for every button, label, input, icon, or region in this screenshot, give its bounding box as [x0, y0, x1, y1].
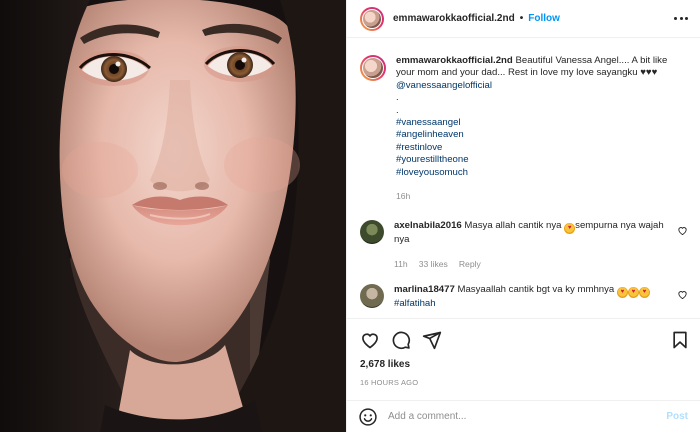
comment-meta: 11h 33 likes Reply	[394, 258, 676, 270]
instagram-post: emmawarokkaofficial.2nd • Follow emmawar…	[0, 0, 700, 432]
heart-eyes-emoji-icon: ♥	[627, 287, 639, 299]
commenter-avatar[interactable]	[360, 220, 384, 245]
comment-username[interactable]: axelnabila2016	[394, 220, 462, 231]
likes-count[interactable]: 2,678 likes	[360, 359, 410, 370]
save-icon[interactable]	[670, 330, 690, 350]
hashtag-link[interactable]: #loveyousomuch	[396, 167, 688, 179]
comments-list[interactable]: emmawarokkaofficial.2nd Beautiful Vaness…	[347, 39, 700, 318]
caption: emmawarokkaofficial.2nd Beautiful Vaness…	[360, 55, 688, 202]
author-username[interactable]: emmawarokkaofficial.2nd	[393, 13, 515, 24]
hashtag-link[interactable]: #yourestilltheone	[396, 154, 688, 166]
separator-dot: •	[519, 13, 524, 24]
comment-text: Masyaallah cantik bgt va ky mmhnya	[457, 284, 615, 296]
caption-body: emmawarokkaofficial.2nd Beautiful Vaness…	[396, 55, 688, 202]
post-header: emmawarokkaofficial.2nd • Follow	[347, 0, 700, 38]
comment-text: Masya allah cantik nya	[464, 220, 562, 232]
post-timestamp: 16 HOURS AGO	[360, 378, 419, 387]
hashtag-link[interactable]: #vanessaangel	[396, 117, 688, 129]
caption-dot: .	[396, 92, 399, 104]
comment-item: axelnabila2016 Masya allah cantik nya ♥ s…	[360, 220, 688, 270]
comment-like-icon[interactable]	[677, 225, 688, 236]
hashtag-link[interactable]: #angelinheaven	[396, 129, 688, 141]
post-side-panel: emmawarokkaofficial.2nd • Follow emmawar…	[346, 0, 700, 432]
more-icon[interactable]	[674, 13, 688, 24]
commenter-avatar[interactable]	[360, 284, 384, 309]
comment-like-icon[interactable]	[677, 289, 688, 300]
caption-username[interactable]: emmawarokkaofficial.2nd	[396, 55, 513, 66]
reply-button[interactable]: Reply	[459, 258, 481, 270]
post-photo[interactable]	[0, 0, 346, 432]
comment-item: marlina18477 Masyaallah cantik bgt va ky…	[360, 284, 688, 310]
caption-avatar[interactable]	[360, 55, 386, 81]
caption-dot: .	[396, 104, 399, 116]
like-icon[interactable]	[360, 330, 380, 350]
post-actions	[347, 318, 700, 360]
hashtag-link[interactable]: #restinlove	[396, 142, 688, 154]
emoji-icon[interactable]	[358, 407, 378, 427]
comment-input[interactable]	[388, 411, 667, 422]
comment-time: 11h	[394, 258, 408, 269]
comment-body: axelnabila2016 Masya allah cantik nya ♥ s…	[394, 220, 676, 270]
comment-body: marlina18477 Masyaallah cantik bgt va ky…	[394, 284, 676, 310]
author-avatar[interactable]	[360, 6, 384, 31]
post-comment-button[interactable]: Post	[666, 411, 688, 422]
comment-icon[interactable]	[391, 330, 411, 350]
portrait-image	[0, 0, 346, 432]
comment-composer: Post	[347, 400, 700, 432]
heart-eyes-emoji-icon: ♥	[564, 223, 576, 235]
heart-eyes-emoji-icon: ♥	[638, 287, 650, 299]
comment-likes[interactable]: 33 likes	[419, 258, 448, 270]
share-icon[interactable]	[422, 330, 442, 350]
caption-mention[interactable]: @vanessaangelofficial	[396, 80, 688, 92]
heart-eyes-emoji-icon: ♥	[616, 287, 628, 299]
hashtag-link[interactable]: #alfatihah	[394, 298, 676, 310]
follow-button[interactable]: Follow	[528, 13, 560, 24]
comment-username[interactable]: marlina18477	[394, 284, 455, 295]
caption-time: 16h	[396, 191, 411, 202]
